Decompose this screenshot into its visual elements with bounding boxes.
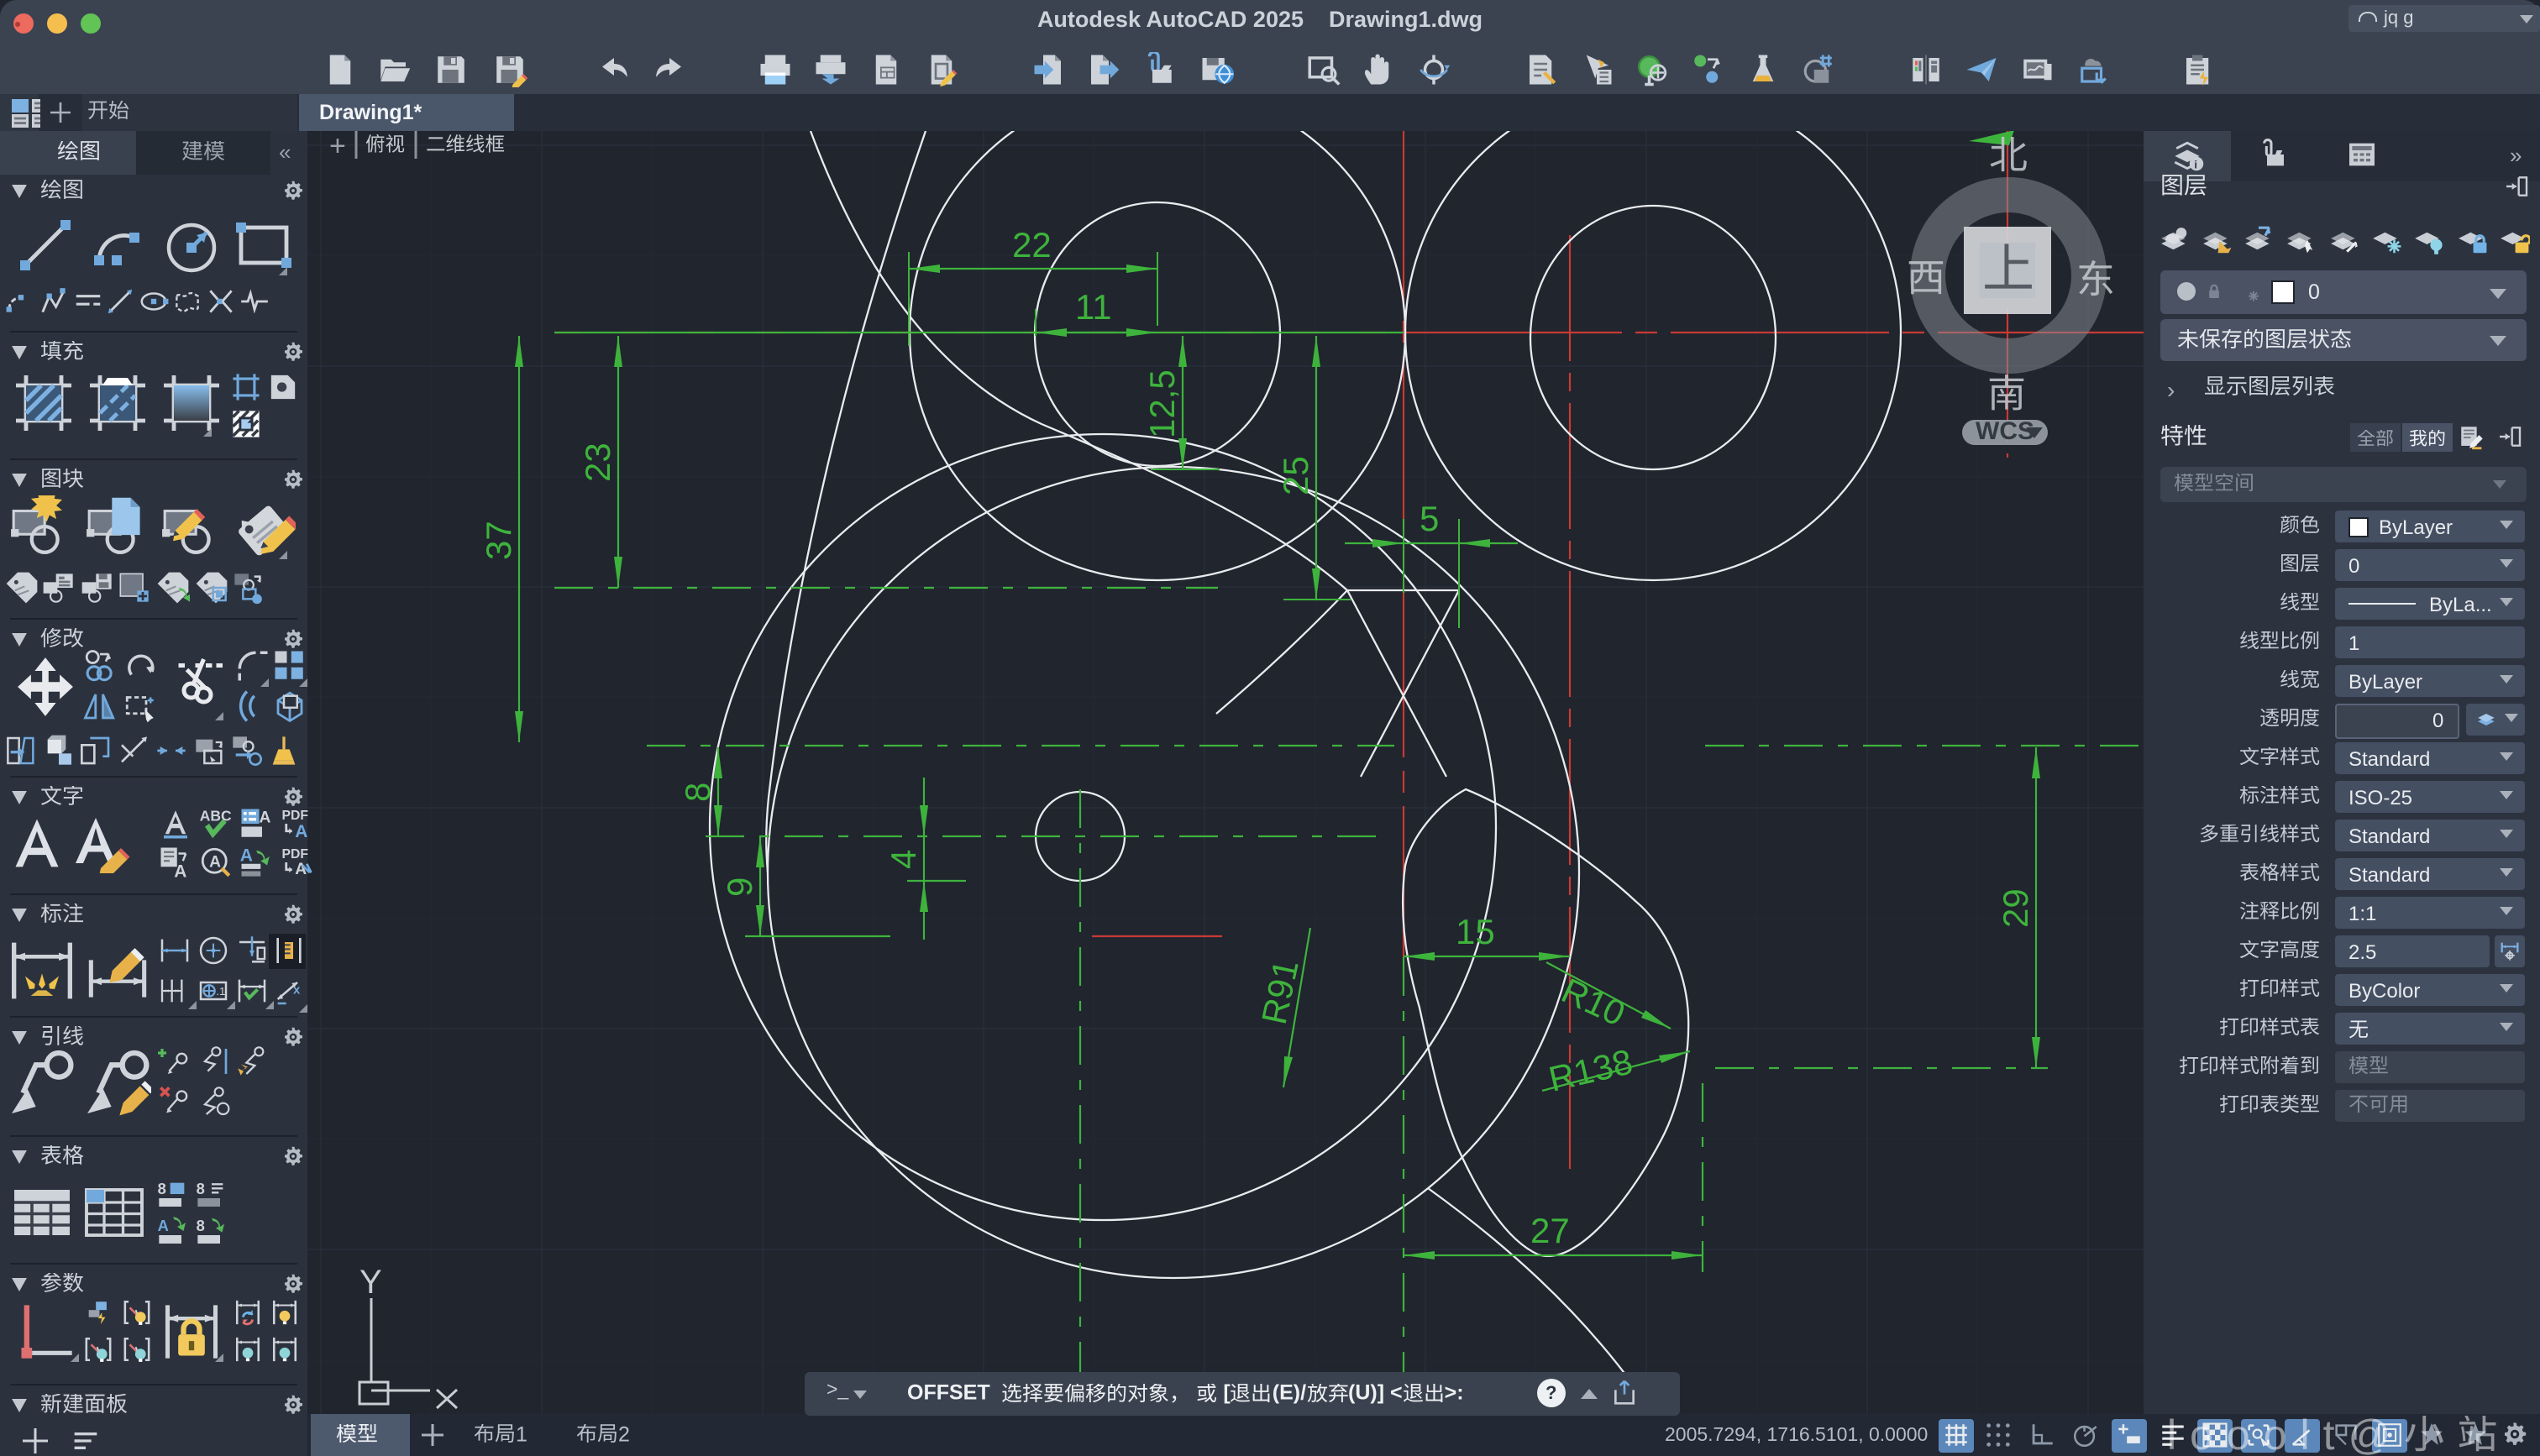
svg-text:i: i [2194,159,2197,171]
svg-text:15: 15 [1456,912,1495,951]
svg-text:A: A [240,845,253,864]
svg-text:WCS: WCS [1976,417,2034,445]
svg-text:11: 11 [1075,287,1112,327]
svg-text:8: 8 [158,1180,166,1197]
svg-text:9: 9 [720,877,759,897]
svg-text:8: 8 [196,1217,204,1234]
svg-text:29: 29 [1996,888,2035,928]
svg-text:A: A [158,1217,169,1234]
svg-text:PDF: PDF [282,808,309,822]
svg-text:22: 22 [1012,225,1052,264]
svg-text:x: x [294,982,302,997]
svg-text:A: A [259,808,270,825]
svg-text:A: A [295,821,307,841]
svg-text:A: A [173,862,186,880]
svg-text:12,5: 12,5 [1142,369,1182,438]
svg-text:PDF: PDF [282,846,309,861]
svg-text:5: 5 [1420,499,1439,538]
svg-text:25: 25 [1276,456,1315,495]
svg-text:R138: R138 [1545,1041,1635,1098]
svg-text:23: 23 [578,443,617,482]
svg-text:8: 8 [678,783,717,802]
svg-text:A: A [209,852,221,870]
svg-text:27: 27 [1530,1211,1570,1250]
svg-text:+: + [329,131,346,162]
svg-text:R10: R10 [1556,971,1631,1034]
svg-text:.1: .1 [216,985,225,998]
svg-text:ABC: ABC [199,807,231,824]
svg-text:R91: R91 [1254,956,1306,1028]
svg-text:4: 4 [884,850,923,869]
svg-text:8: 8 [196,1180,204,1197]
svg-text:37: 37 [479,521,518,560]
svg-text:Y: Y [359,1264,382,1301]
